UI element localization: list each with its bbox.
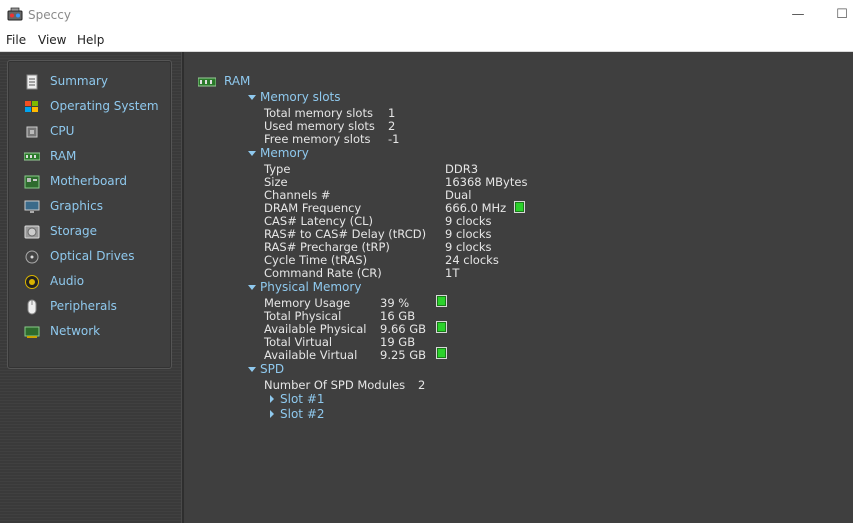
spd-slot-1[interactable]: Slot #1 — [280, 392, 325, 406]
prop-value: 19 GB — [380, 335, 416, 349]
prop-value: 1T — [445, 266, 460, 280]
hard-drive-icon — [24, 225, 40, 239]
sidebar-item-label: Graphics — [50, 199, 103, 213]
prop-value: 9.25 GB — [380, 348, 427, 362]
window-title: Speccy — [28, 8, 71, 22]
speccy-app-icon — [7, 7, 23, 21]
prop-value: 9 clocks — [445, 227, 492, 241]
menu-help[interactable]: Help — [77, 33, 104, 47]
sidebar-item-cpu[interactable]: CPU — [24, 122, 169, 142]
prop-value: 24 clocks — [445, 253, 499, 267]
prop-label: Size — [264, 175, 288, 189]
collapse-arrow-icon[interactable] — [248, 285, 256, 290]
motherboard-icon — [24, 175, 40, 189]
sidebar-item-label: Network — [50, 324, 101, 338]
spd-slot-2[interactable]: Slot #2 — [280, 407, 325, 421]
ram-icon — [24, 152, 40, 161]
speaker-icon — [25, 275, 39, 289]
prop-label: Available Virtual — [264, 348, 358, 362]
prop-value: 16368 MBytes — [445, 175, 528, 189]
sidebar-item-graphics[interactable]: Graphics — [24, 197, 169, 217]
usage-meter-icon — [436, 295, 447, 307]
sidebar-item-operating-system[interactable]: Operating System — [24, 97, 169, 117]
prop-label: Free memory slots — [264, 132, 371, 146]
summary-icon — [26, 74, 38, 90]
prop-label: Total Physical — [264, 309, 342, 323]
sidebar-item-ram[interactable]: RAM — [24, 147, 169, 167]
prop-value: 2 — [418, 378, 426, 392]
details-panel: RAM Memory slots Total memory slots 1 Us… — [184, 52, 853, 523]
menu-file[interactable]: File — [6, 33, 26, 47]
mouse-icon — [27, 299, 37, 315]
cpu-icon — [26, 126, 38, 138]
sidebar-item-label: RAM — [50, 149, 77, 163]
prop-label: Cycle Time (tRAS) — [264, 253, 368, 267]
group-title-spd[interactable]: SPD — [260, 362, 284, 376]
group-title-memory-slots[interactable]: Memory slots — [260, 90, 341, 104]
usage-meter-icon — [436, 321, 447, 333]
prop-value: Dual — [445, 188, 472, 202]
windows-logo-icon — [25, 101, 38, 112]
prop-label: RAS# to CAS# Delay (tRCD) — [264, 227, 427, 241]
prop-label: RAS# Precharge (tRP) — [264, 240, 390, 254]
expand-arrow-icon[interactable] — [270, 410, 274, 418]
sidebar-item-label: Storage — [50, 224, 97, 238]
expand-arrow-icon[interactable] — [270, 395, 274, 403]
prop-label: Available Physical — [264, 322, 367, 336]
prop-label: Number Of SPD Modules — [264, 378, 406, 392]
sidebar-item-summary[interactable]: Summary — [24, 72, 169, 92]
prop-label: Command Rate (CR) — [264, 266, 382, 280]
sidebar-item-motherboard[interactable]: Motherboard — [24, 172, 169, 192]
prop-value: 9 clocks — [445, 214, 492, 228]
prop-value: 39 % — [380, 296, 410, 310]
sidebar-item-label: Summary — [50, 74, 108, 88]
group-title-physical-memory[interactable]: Physical Memory — [260, 280, 361, 294]
sidebar-item-network[interactable]: Network — [24, 322, 169, 342]
usage-meter-icon — [436, 347, 447, 359]
prop-label: DRAM Frequency — [264, 201, 362, 215]
sidebar-item-storage[interactable]: Storage — [24, 222, 169, 242]
menu-view[interactable]: View — [38, 33, 66, 47]
prop-value: DDR3 — [445, 162, 479, 176]
group-title-memory[interactable]: Memory — [260, 146, 309, 160]
prop-label: CAS# Latency (CL) — [264, 214, 374, 228]
prop-value: -1 — [388, 132, 400, 146]
collapse-arrow-icon[interactable] — [248, 151, 256, 156]
sidebar-item-label: CPU — [50, 124, 75, 138]
prop-label: Total Virtual — [264, 335, 333, 349]
monitor-icon — [24, 200, 40, 213]
sidebar-item-peripherals[interactable]: Peripherals — [24, 297, 169, 317]
sidebar-item-audio[interactable]: Audio — [24, 272, 169, 292]
section-heading-ram: RAM — [224, 74, 251, 88]
frequency-meter-icon — [514, 201, 525, 213]
prop-value: 1 — [388, 106, 396, 120]
prop-value: 666.0 MHz — [445, 201, 507, 215]
title-bar: Speccy — ☐ — [0, 0, 853, 31]
maximize-button[interactable]: ☐ — [830, 4, 853, 26]
prop-label: Total memory slots — [264, 106, 373, 120]
sidebar-item-label: Operating System — [50, 99, 159, 113]
sidebar-item-label: Optical Drives — [50, 249, 135, 263]
prop-value: 16 GB — [380, 309, 416, 323]
minimize-button[interactable]: — — [786, 4, 810, 26]
optical-disc-icon — [25, 250, 39, 264]
prop-value: 9.66 GB — [380, 322, 427, 336]
collapse-arrow-icon[interactable] — [248, 95, 256, 100]
prop-label: Channels # — [264, 188, 331, 202]
ram-icon — [198, 77, 216, 87]
sidebar-item-label: Motherboard — [50, 174, 127, 188]
collapse-arrow-icon[interactable] — [248, 367, 256, 372]
sidebar-item-label: Peripherals — [50, 299, 117, 313]
sidebar: Summary Operating System CPU RAM Motherb… — [7, 60, 172, 369]
menu-bar: File View Help — [0, 31, 853, 52]
sidebar-item-label: Audio — [50, 274, 85, 288]
network-card-icon — [24, 326, 40, 338]
prop-value: 2 — [388, 119, 396, 133]
prop-label: Memory Usage — [264, 296, 351, 310]
sidebar-item-optical-drives[interactable]: Optical Drives — [24, 247, 169, 267]
prop-value: 9 clocks — [445, 240, 492, 254]
prop-label: Used memory slots — [264, 119, 375, 133]
prop-label: Type — [264, 162, 291, 176]
